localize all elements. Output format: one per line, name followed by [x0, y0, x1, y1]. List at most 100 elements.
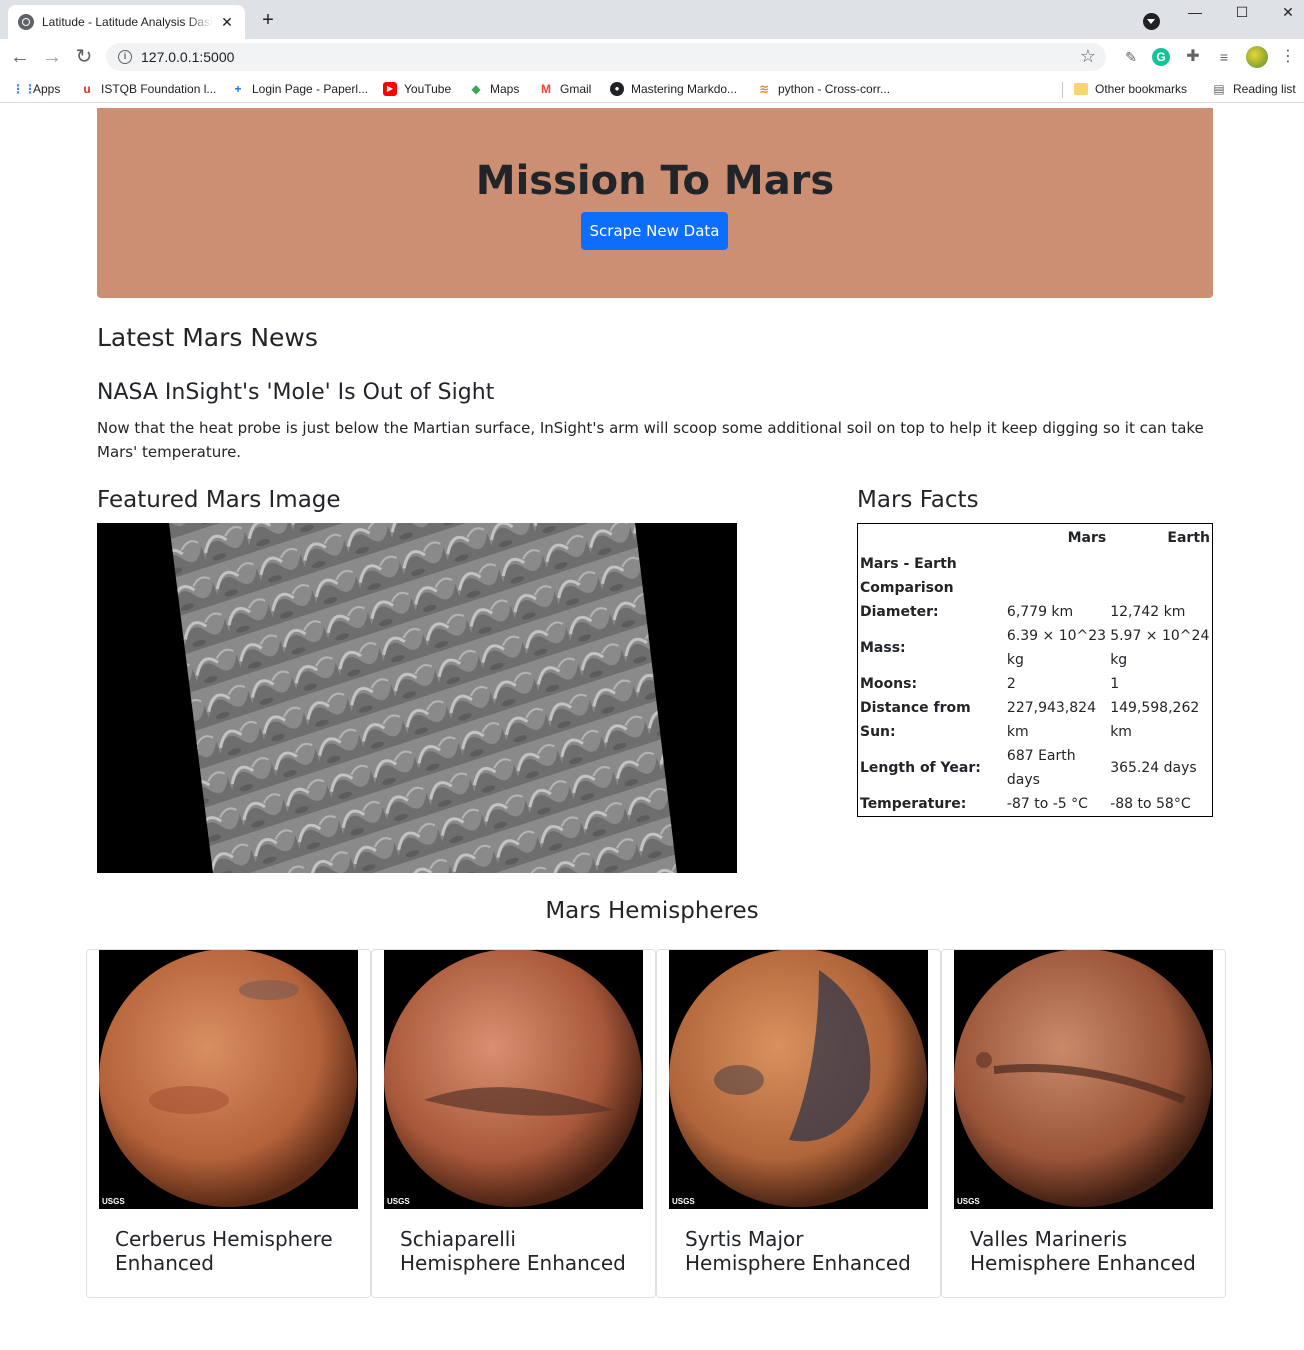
- apps-grid-icon: ⋮⋮: [12, 82, 36, 96]
- bookmark-other[interactable]: Other bookmarks: [1074, 81, 1187, 97]
- column-header-earth: Earth: [1167, 530, 1210, 546]
- table-row: Temperature: -87 to -5 °C -88 to 58°C: [858, 792, 1213, 817]
- column-header-mars: Mars: [1067, 530, 1107, 546]
- usgs-logo: USGS: [672, 1197, 695, 1206]
- mars-globe-image: [384, 950, 642, 1207]
- url-text[interactable]: 127.0.0.1:5000: [141, 49, 234, 65]
- folder-icon: [1074, 83, 1088, 95]
- hemisphere-title[interactable]: Valles Marineris Hemisphere Enhanced: [970, 1227, 1210, 1275]
- cell-earth: -88 to 58°C: [1110, 796, 1191, 812]
- hemisphere-image[interactable]: USGS: [669, 950, 928, 1209]
- hemisphere-title[interactable]: Syrtis Major Hemisphere Enhanced: [685, 1227, 925, 1275]
- table-corner: [858, 524, 1005, 553]
- istqb-icon: u: [83, 82, 91, 96]
- maps-icon: ◆: [471, 82, 481, 96]
- globe-icon: [18, 14, 34, 30]
- row-label: Moons:: [860, 676, 918, 692]
- table-row: Distance from Sun: 227,943,824 km 149,59…: [858, 696, 1213, 744]
- hemisphere-card-syrtis-major[interactable]: USGS Syrtis Major Hemisphere Enhanced: [656, 949, 941, 1298]
- hemisphere-title[interactable]: Schiaparelli Hemisphere Enhanced: [400, 1227, 640, 1275]
- row-label: Mass:: [860, 640, 906, 656]
- row-label: Diameter:: [860, 604, 939, 620]
- close-window-button[interactable]: ✕: [1265, 0, 1304, 26]
- news-title: NASA InSight's 'Mole' Is Out of Sight: [97, 380, 495, 405]
- jumbotron: Mission To Mars Scrape New Data: [97, 108, 1213, 298]
- extension-pen-icon[interactable]: ✎: [1122, 48, 1140, 66]
- hemisphere-image[interactable]: USGS: [954, 950, 1213, 1209]
- table-header-row: Mars Earth: [858, 524, 1213, 553]
- row-label: Length of Year:: [860, 760, 981, 776]
- latest-news-heading: Latest Mars News: [97, 323, 318, 352]
- mars-globe-image: [99, 950, 357, 1207]
- close-icon[interactable]: ✕: [219, 14, 235, 31]
- browser-tab[interactable]: Latitude - Latitude Analysis Dashboard ✕: [8, 5, 245, 39]
- table-row: Mass: 6.39 × 10^23 kg 5.97 × 10^24 kg: [858, 624, 1213, 672]
- bookmark-youtube[interactable]: ▶ YouTube: [383, 81, 451, 97]
- hemisphere-image[interactable]: USGS: [99, 950, 358, 1209]
- back-icon[interactable]: ←: [8, 45, 32, 69]
- media-control-icon[interactable]: ≡: [1215, 48, 1233, 66]
- gmail-icon: M: [541, 82, 551, 96]
- minimize-button[interactable]: —: [1172, 0, 1218, 26]
- row-label: Distance from Sun:: [860, 700, 971, 740]
- bookmark-apps[interactable]: ⋮⋮ Apps: [12, 81, 60, 97]
- browser-toolbar: ← → ↻ i 127.0.0.1:5000 ☆ ✎ G ✚ ≡ ⋮: [0, 39, 1304, 75]
- bookmark-gmail[interactable]: M Gmail: [539, 81, 591, 97]
- bookmark-maps[interactable]: ◆ Maps: [469, 81, 519, 97]
- table-row: Diameter: 6,779 km 12,742 km: [858, 600, 1213, 624]
- info-icon[interactable]: i: [118, 50, 132, 64]
- reading-list[interactable]: ▤ Reading list: [1212, 81, 1295, 97]
- mars-facts-table: Mars Earth Mars - Earth Comparison Diame…: [857, 523, 1213, 817]
- mars-globe-image: [954, 950, 1212, 1207]
- profile-avatar[interactable]: [1246, 46, 1268, 68]
- cell-earth: 12,742 km: [1110, 604, 1186, 620]
- row-label: Mars - Earth Comparison: [860, 556, 957, 596]
- cell-mars: 6.39 × 10^23 kg: [1006, 628, 1107, 668]
- cell-mars: 227,943,824 km: [1006, 700, 1096, 740]
- forward-icon[interactable]: →: [40, 45, 64, 69]
- maximize-button[interactable]: ☐: [1219, 0, 1265, 26]
- cell-earth: [1108, 552, 1212, 600]
- plus-icon: +: [234, 82, 242, 96]
- mars-facts-heading: Mars Facts: [857, 487, 979, 513]
- cell-mars: 6,779 km: [1006, 604, 1074, 620]
- featured-mars-image[interactable]: [97, 523, 737, 873]
- cell-mars: -87 to -5 °C: [1006, 796, 1088, 812]
- hemisphere-card-cerberus[interactable]: USGS Cerberus Hemisphere Enhanced: [86, 949, 371, 1298]
- featured-image-heading: Featured Mars Image: [97, 487, 341, 513]
- cell-earth: 149,598,262 km: [1110, 700, 1200, 740]
- bookmark-login-page[interactable]: + Login Page - Paperl...: [231, 81, 368, 97]
- cell-earth: 365.24 days: [1110, 760, 1197, 776]
- hemisphere-title[interactable]: Cerberus Hemisphere Enhanced: [115, 1227, 355, 1275]
- hemisphere-card-valles-marineris[interactable]: USGS Valles Marineris Hemisphere Enhance…: [941, 949, 1226, 1298]
- tab-title: Latitude - Latitude Analysis Dashboard: [42, 15, 213, 29]
- mars-globe-image: [669, 950, 927, 1207]
- usgs-logo: USGS: [387, 1197, 410, 1206]
- cell-mars: 2: [1006, 676, 1016, 692]
- reading-list-icon: ▤: [1213, 82, 1225, 96]
- table-row: Moons: 2 1: [858, 672, 1213, 696]
- tab-search-icon[interactable]: [1143, 13, 1160, 30]
- table-row: Length of Year: 687 Earth days 365.24 da…: [858, 744, 1213, 792]
- menu-dots-icon[interactable]: ⋮: [1280, 47, 1296, 67]
- bookmark-python[interactable]: ≋ python - Cross-corr...: [757, 81, 890, 97]
- cell-earth: 5.97 × 10^24 kg: [1110, 628, 1210, 668]
- reload-icon[interactable]: ↻: [72, 45, 96, 69]
- extensions-puzzle-icon[interactable]: ✚: [1184, 48, 1202, 66]
- grammarly-icon[interactable]: G: [1152, 48, 1170, 66]
- page-title: Mission To Mars: [475, 158, 835, 204]
- hemisphere-card-schiaparelli[interactable]: USGS Schiaparelli Hemisphere Enhanced: [371, 949, 656, 1298]
- bookmark-istqb[interactable]: u ISTQB Foundation l...: [80, 81, 216, 97]
- hemisphere-image[interactable]: USGS: [384, 950, 643, 1209]
- bookmark-markdown[interactable]: ● Mastering Markdo...: [610, 81, 737, 97]
- table-row: Mars - Earth Comparison: [858, 552, 1213, 600]
- cell-earth: 1: [1110, 676, 1120, 692]
- news-paragraph: Now that the heat probe is just below th…: [97, 419, 1204, 461]
- address-bar[interactable]: i 127.0.0.1:5000 ☆: [106, 43, 1106, 71]
- bookmark-star-icon[interactable]: ☆: [1080, 46, 1096, 67]
- new-tab-button[interactable]: +: [257, 9, 279, 31]
- usgs-logo: USGS: [102, 1197, 125, 1206]
- scrape-new-data-button[interactable]: Scrape New Data: [581, 212, 728, 250]
- youtube-icon: ▶: [383, 82, 397, 96]
- row-label: Temperature:: [860, 796, 967, 812]
